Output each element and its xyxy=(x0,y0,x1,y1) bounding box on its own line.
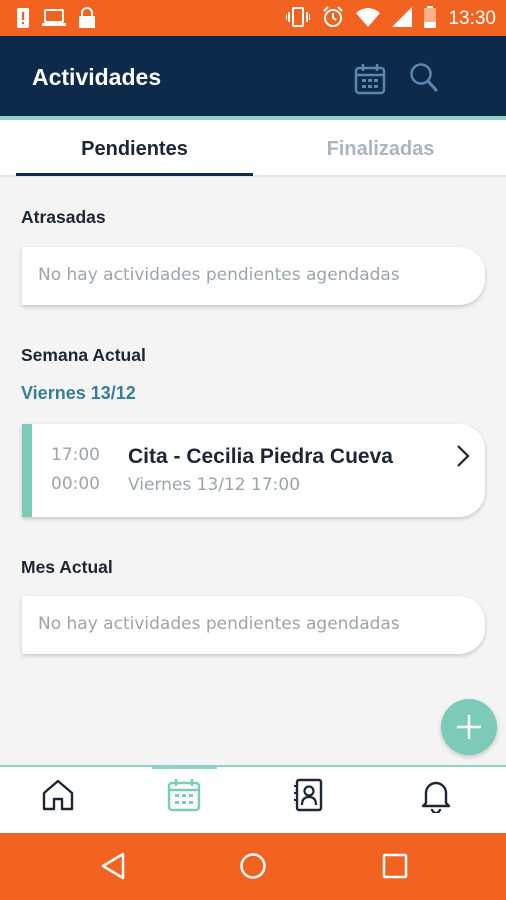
chevron-right-icon xyxy=(456,444,470,472)
wifi-icon xyxy=(356,7,381,31)
card-accent xyxy=(22,424,32,517)
plus-icon xyxy=(457,715,481,739)
system-status: 13:30 xyxy=(285,6,496,32)
end-time: 00:00 xyxy=(51,474,100,494)
nav-active-indicator xyxy=(152,765,217,769)
day-label: Viernes 13/12 xyxy=(21,383,136,403)
alarm-icon xyxy=(322,6,344,32)
tab-pendientes[interactable]: Pendientes xyxy=(16,120,253,176)
search-icon[interactable] xyxy=(409,62,439,98)
section-title-overdue: Atrasadas xyxy=(21,207,106,227)
start-time: 17:00 xyxy=(51,445,100,465)
add-activity-button[interactable] xyxy=(441,699,497,755)
bell-icon[interactable] xyxy=(418,777,458,817)
vibrate-icon xyxy=(285,6,312,32)
activity-subtitle: Viernes 13/12 17:00 xyxy=(128,475,301,495)
empty-card-month: No hay actividades pendientes agendadas xyxy=(22,596,485,654)
section-title-week: Semana Actual xyxy=(21,345,146,365)
calendar-icon[interactable] xyxy=(166,777,206,817)
lock-icon xyxy=(78,7,96,33)
recent-apps-icon[interactable] xyxy=(381,852,409,884)
notification-icons xyxy=(16,7,96,33)
home-circle-icon[interactable] xyxy=(239,852,267,884)
section-title-month: Mes Actual xyxy=(21,557,113,577)
laptop-icon xyxy=(42,8,66,32)
tab-finalizadas[interactable]: Finalizadas xyxy=(262,120,499,175)
empty-message: No hay actividades pendientes agendadas xyxy=(38,265,400,285)
alert-icon xyxy=(16,7,30,33)
signal-icon xyxy=(392,7,413,31)
activity-card[interactable]: 17:00 00:00 Cita - Cecilia Piedra Cueva … xyxy=(22,424,485,517)
app-header: Actividades xyxy=(0,36,506,116)
contacts-icon[interactable] xyxy=(291,777,331,817)
system-nav-bar xyxy=(0,833,506,900)
home-icon[interactable] xyxy=(40,777,80,817)
bottom-nav xyxy=(0,765,506,833)
calendar-icon[interactable] xyxy=(354,63,386,99)
status-time: 13:30 xyxy=(448,8,496,29)
status-bar: 13:30 xyxy=(0,0,506,36)
back-icon[interactable] xyxy=(99,852,127,884)
battery-icon xyxy=(424,6,437,32)
activity-title: Cita - Cecilia Piedra Cueva xyxy=(128,445,393,468)
empty-card-overdue: No hay actividades pendientes agendadas xyxy=(22,247,485,305)
empty-message: No hay actividades pendientes agendadas xyxy=(38,614,400,634)
page-title: Actividades xyxy=(32,64,162,90)
tab-bar: Pendientes Finalizadas xyxy=(0,120,506,177)
